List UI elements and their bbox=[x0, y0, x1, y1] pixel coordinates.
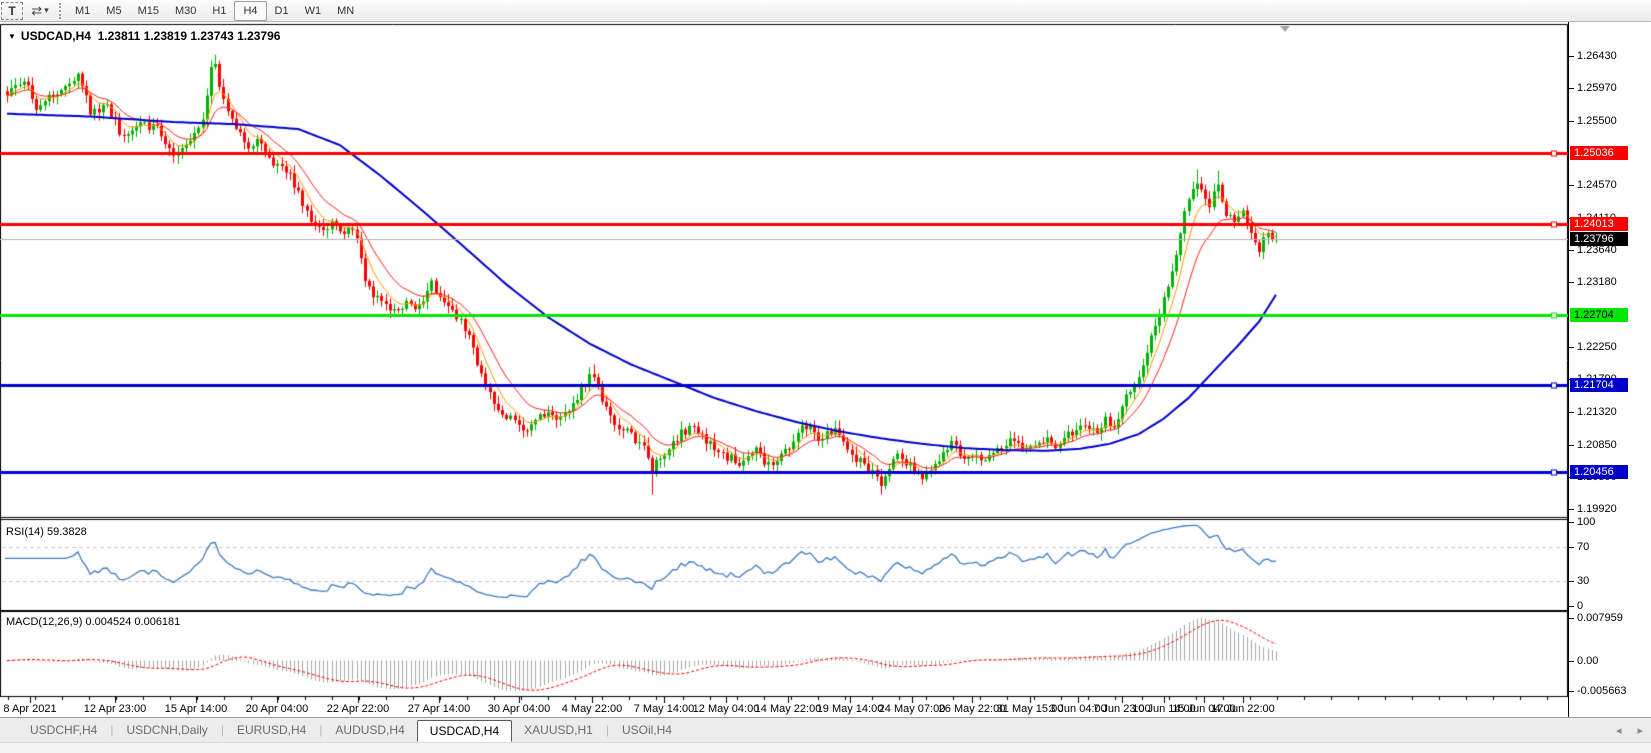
chart-tab-usdcad-h4[interactable]: USDCAD,H4 bbox=[417, 720, 512, 742]
chart-tab-eurusd-h4[interactable]: EURUSD,H4 bbox=[225, 720, 318, 740]
profiles-icon: ⇄ bbox=[31, 3, 42, 19]
axis-tick-mark bbox=[1569, 547, 1574, 548]
axis-tick-mark bbox=[1569, 618, 1574, 619]
price-axis-tick: 1.20850 bbox=[1577, 439, 1617, 451]
top-toolbar: T ⇄ ▾ M1M5M15M30H1H4D1W1MN bbox=[0, 0, 1651, 22]
time-axis-label: 24 May 07:00 bbox=[879, 703, 946, 715]
axis-tick-mark bbox=[1569, 661, 1574, 662]
price-axis-tick: 1.26430 bbox=[1577, 50, 1617, 62]
time-axis-label: 14 May 22:00 bbox=[755, 703, 822, 715]
timeframe-button-m30[interactable]: M30 bbox=[167, 1, 204, 21]
profiles-button[interactable]: ⇄ ▾ bbox=[30, 2, 50, 20]
chart-title: ▼ USDCAD,H4 1.23811 1.23819 1.23743 1.237… bbox=[8, 29, 280, 43]
axis-tick-mark bbox=[1569, 412, 1574, 413]
rsi-axis-tick: 100 bbox=[1577, 516, 1595, 528]
time-axis-label: 26 May 22:00 bbox=[939, 703, 1006, 715]
chart-ohlc-values: 1.23811 1.23819 1.23743 1.23796 bbox=[98, 29, 281, 43]
rsi-axis-tick: 0 bbox=[1577, 600, 1583, 612]
axis-tick-mark bbox=[1569, 185, 1574, 186]
chart-tab-xauusd-h1[interactable]: XAUUSD,H1 bbox=[512, 720, 605, 740]
macd-axis-tick: 0.007959 bbox=[1577, 612, 1623, 624]
time-axis-label: 22 Apr 22:00 bbox=[327, 703, 389, 715]
level-price-badge: 1.21704 bbox=[1570, 378, 1628, 392]
axis-tick-mark bbox=[1569, 282, 1574, 283]
price-axis-tick: 1.23180 bbox=[1577, 276, 1617, 288]
price-axis-tick: 1.25500 bbox=[1577, 115, 1617, 127]
price-axis-tick: 1.19920 bbox=[1577, 503, 1617, 515]
tab-scroll-controls: ◂ ▸ bbox=[1616, 724, 1643, 737]
level-price-badge: 1.22704 bbox=[1570, 308, 1628, 322]
timeframe-toolbar: M1M5M15M30H1H4D1W1MN bbox=[67, 1, 362, 21]
timeframe-button-h4[interactable]: H4 bbox=[234, 1, 266, 21]
chart-tab-usoil-h4[interactable]: USOil,H4 bbox=[610, 720, 684, 740]
timeframe-button-d1[interactable]: D1 bbox=[267, 1, 297, 21]
symbol-tabbar: USDCHF,H4|USDCNH,Daily|EURUSD,H4|AUDUSD,… bbox=[0, 717, 1651, 742]
time-axis-label: 12 Apr 23:00 bbox=[84, 703, 146, 715]
time-axis-label: 15 Apr 14:00 bbox=[165, 703, 227, 715]
axis-tick-mark bbox=[1569, 250, 1574, 251]
axis-tick-mark bbox=[1569, 347, 1574, 348]
timeframe-button-mn[interactable]: MN bbox=[329, 1, 362, 21]
current-price-badge: 1.23796 bbox=[1570, 232, 1628, 246]
axis-tick-mark bbox=[1569, 581, 1574, 582]
axis-tick-mark bbox=[1569, 121, 1574, 122]
chart-tab-usdchf-h4[interactable]: USDCHF,H4 bbox=[18, 720, 109, 740]
axis-tick-mark bbox=[1569, 56, 1574, 57]
time-axis-label: 8 Apr 2021 bbox=[3, 703, 56, 715]
price-axis-tick: 1.24570 bbox=[1577, 179, 1617, 191]
status-strip bbox=[0, 742, 1651, 753]
level-price-badge: 1.25036 bbox=[1570, 146, 1628, 160]
time-axis-label: 7 May 14:00 bbox=[634, 703, 695, 715]
rsi-indicator-label: RSI(14) 59.3828 bbox=[6, 526, 87, 538]
main-chart-canvas[interactable] bbox=[0, 22, 1568, 717]
axis-tick-mark bbox=[1569, 445, 1574, 446]
time-axis-label: 17 Jun 22:00 bbox=[1211, 703, 1275, 715]
price-axis-tick: 1.25970 bbox=[1577, 82, 1617, 94]
axis-tick-mark bbox=[1569, 522, 1574, 523]
macd-axis-tick: 0.00 bbox=[1577, 655, 1598, 667]
axis-tick-mark bbox=[1569, 88, 1574, 89]
chart-tab-audusd-h4[interactable]: AUDUSD,H4 bbox=[323, 720, 416, 740]
rsi-axis-tick: 70 bbox=[1577, 541, 1589, 553]
axis-tick-mark bbox=[1569, 509, 1574, 510]
timeframe-button-w1[interactable]: W1 bbox=[297, 1, 330, 21]
timeframe-button-m15[interactable]: M15 bbox=[130, 1, 167, 21]
chart-shift-marker[interactable] bbox=[1280, 26, 1290, 32]
timeframe-button-h1[interactable]: H1 bbox=[204, 1, 234, 21]
time-axis-label: 27 Apr 14:00 bbox=[408, 703, 470, 715]
macd-axis-tick: -0.005663 bbox=[1577, 685, 1627, 697]
axis-tick-mark bbox=[1569, 606, 1574, 607]
timeframe-button-m1[interactable]: M1 bbox=[67, 1, 98, 21]
timeframe-button-m5[interactable]: M5 bbox=[98, 1, 129, 21]
level-price-badge: 1.24013 bbox=[1570, 217, 1628, 231]
tab-scroll-right-icon[interactable]: ▸ bbox=[1637, 724, 1643, 737]
chart-tab-usdcnh-daily[interactable]: USDCNH,Daily bbox=[114, 720, 219, 740]
macd-indicator-label: MACD(12,26,9) 0.004524 0.006181 bbox=[6, 616, 180, 628]
axis-tick-mark bbox=[1569, 691, 1574, 692]
chevron-down-icon: ▾ bbox=[44, 5, 49, 16]
chart-symbol-label: USDCAD,H4 bbox=[21, 29, 91, 43]
toolbar-grip bbox=[59, 3, 61, 19]
tab-scroll-left-icon[interactable]: ◂ bbox=[1616, 724, 1622, 737]
price-axis[interactable]: 1.264301.259701.255001.245701.241101.236… bbox=[1568, 22, 1651, 717]
text-tool-button[interactable]: T bbox=[1, 2, 23, 20]
title-dropdown-icon[interactable]: ▼ bbox=[8, 32, 16, 41]
symbol-tabs: USDCHF,H4|USDCNH,Daily|EURUSD,H4|AUDUSD,… bbox=[18, 719, 684, 741]
time-axis-label: 30 Apr 04:00 bbox=[488, 703, 550, 715]
level-price-badge: 1.20456 bbox=[1570, 465, 1628, 479]
time-axis-label: 12 May 04:00 bbox=[693, 703, 760, 715]
time-axis-label: 19 May 14:00 bbox=[817, 703, 884, 715]
time-axis-label: 4 May 22:00 bbox=[562, 703, 623, 715]
chart-window: ▼ USDCAD,H4 1.23811 1.23819 1.23743 1.237… bbox=[0, 22, 1651, 717]
price-axis-tick: 1.22250 bbox=[1577, 341, 1617, 353]
time-axis-label: 20 Apr 04:00 bbox=[246, 703, 308, 715]
price-axis-tick: 1.21320 bbox=[1577, 406, 1617, 418]
rsi-axis-tick: 30 bbox=[1577, 575, 1589, 587]
